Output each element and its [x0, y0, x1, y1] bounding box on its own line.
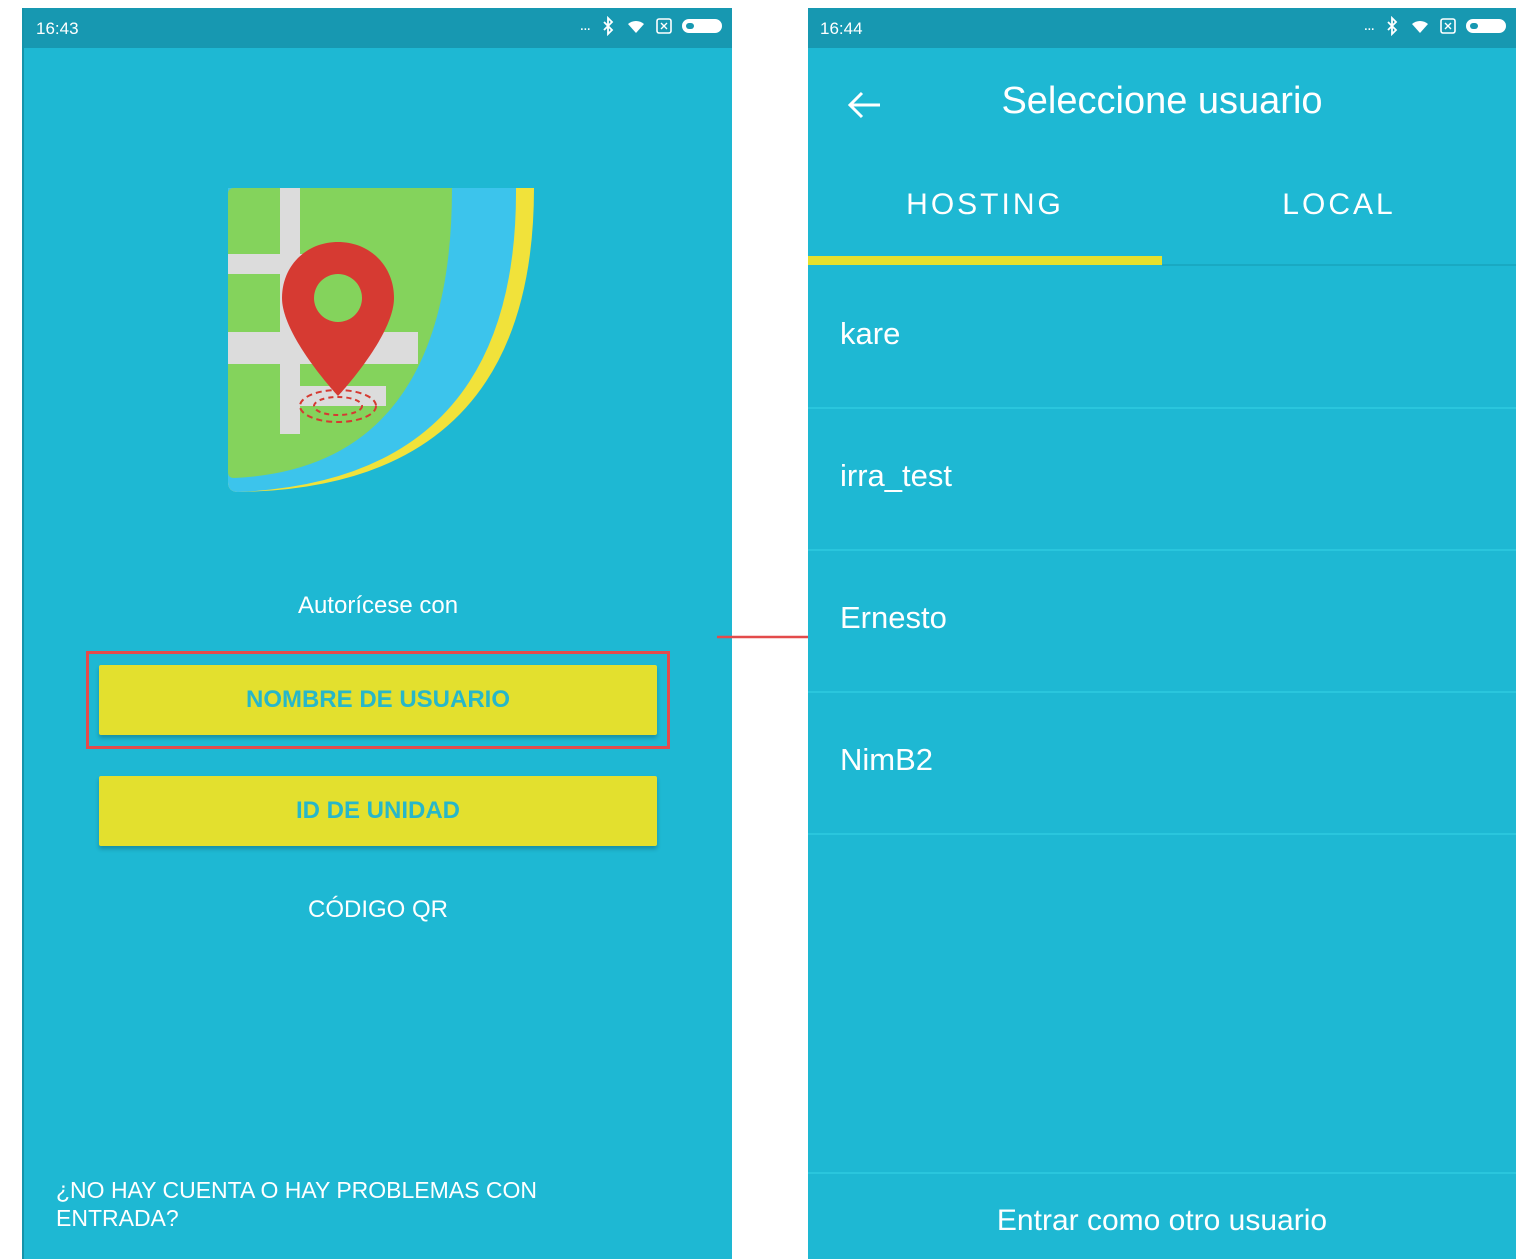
- tab-local[interactable]: LOCAL: [1162, 188, 1516, 222]
- user-item-irra-test[interactable]: irra_test: [808, 408, 1516, 551]
- status-bar: 16:43 ...: [24, 8, 732, 48]
- wifi-icon: [1412, 20, 1428, 33]
- auth-prompt: Autorícese con: [297, 592, 459, 619]
- battery-icon: [1466, 19, 1506, 33]
- bottom-divider: [808, 1172, 1516, 1174]
- sim-icon: [656, 18, 672, 34]
- status-time: 16:43: [36, 19, 79, 38]
- status-icons: ...: [580, 16, 722, 36]
- user-item-kare[interactable]: kare: [808, 266, 1516, 409]
- user-name: NimB2: [840, 742, 934, 777]
- more-dots-icon: ...: [1363, 17, 1375, 34]
- tab-indicator: [808, 256, 1162, 265]
- user-name: Ernesto: [840, 600, 947, 635]
- status-time: 16:44: [820, 19, 863, 38]
- other-user-button[interactable]: Entrar como otro usuario: [808, 1204, 1516, 1238]
- problems-link[interactable]: ¿NO HAY CUENTA O HAY PROBLEMAS CON ENTRA…: [56, 1176, 656, 1232]
- wifi-icon: [628, 20, 644, 33]
- user-item-nimb2[interactable]: NimB2: [808, 692, 1516, 835]
- tab-hosting[interactable]: HOSTING: [808, 188, 1162, 222]
- tab-bar: HOSTING LOCAL: [808, 158, 1516, 268]
- map-pin-logo: [228, 188, 534, 492]
- status-bar: 16:44 ...: [808, 8, 1516, 48]
- user-name: kare: [840, 316, 901, 351]
- username-button[interactable]: NOMBRE DE USUARIO: [99, 665, 657, 735]
- bluetooth-icon: [603, 16, 614, 36]
- qr-code-link[interactable]: CÓDIGO QR: [24, 896, 732, 924]
- unit-id-button[interactable]: ID DE UNIDAD: [99, 776, 657, 846]
- status-icons: ...: [1364, 16, 1506, 36]
- battery-icon: [682, 19, 722, 33]
- more-dots-icon: ...: [579, 17, 591, 34]
- sim-icon: [1440, 18, 1456, 34]
- bluetooth-icon: [1387, 16, 1398, 36]
- page-title: Seleccione usuario: [1001, 80, 1323, 122]
- user-name: irra_test: [840, 458, 952, 493]
- user-item-ernesto[interactable]: Ernesto: [808, 550, 1516, 693]
- login-screen: 16:43 ... Autorícese con NOMBRE DE USUAR…: [22, 8, 732, 1259]
- user-select-screen: 16:44 ... Seleccione usuario HOSTING LOC…: [808, 8, 1516, 1259]
